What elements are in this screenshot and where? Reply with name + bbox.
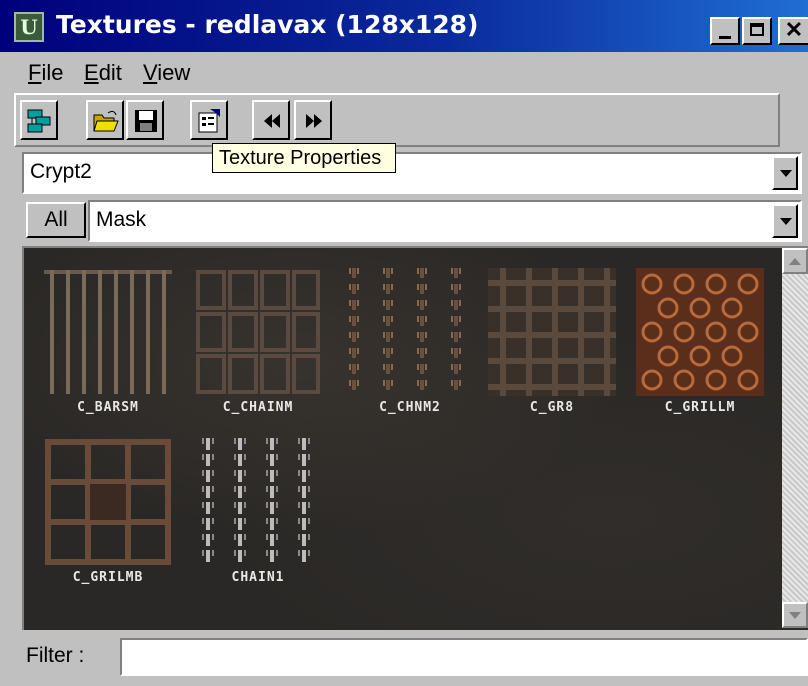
- tooltip: Texture Properties: [212, 143, 396, 173]
- menu-bar: File Edit View: [0, 52, 808, 92]
- next-icon: [306, 114, 322, 128]
- texture-thumb-c-grillm[interactable]: [636, 268, 764, 396]
- title-bar[interactable]: U Textures - redlavax (128x128) ✕: [0, 0, 808, 52]
- texture-label: C_CHAINM: [222, 400, 294, 415]
- group-value: Mask: [96, 208, 147, 231]
- menu-edit[interactable]: Edit: [84, 60, 122, 86]
- texture-viewer[interactable]: C_BARSM C_CHAINM C_CHNM2 C_GR8 C_GRILLM …: [22, 246, 808, 630]
- menu-file[interactable]: File: [28, 60, 63, 86]
- all-button[interactable]: All: [26, 202, 86, 238]
- group-combo[interactable]: Mask: [88, 200, 802, 242]
- filter-label: Filter :: [26, 644, 85, 667]
- close-icon: ✕: [784, 17, 804, 42]
- texture-thumb-c-chnm2[interactable]: [346, 268, 474, 396]
- texture-thumb-chain1[interactable]: [194, 438, 322, 566]
- vertical-scrollbar[interactable]: [782, 248, 808, 628]
- browse-button[interactable]: [20, 100, 58, 140]
- menu-view[interactable]: View: [143, 60, 190, 86]
- save-button[interactable]: [126, 100, 164, 140]
- window-title: Textures - redlavax (128x128): [56, 10, 479, 39]
- texture-thumb-c-barsm[interactable]: [44, 268, 172, 396]
- scroll-down-button[interactable]: [782, 602, 808, 628]
- close-button[interactable]: ✕: [778, 17, 808, 45]
- texture-thumb-c-grilmb[interactable]: [44, 438, 172, 566]
- save-disk-icon: [135, 110, 157, 132]
- open-button[interactable]: [86, 100, 124, 140]
- texture-label: CHAIN1: [231, 570, 285, 585]
- texture-thumb-c-chainm[interactable]: [194, 268, 322, 396]
- scroll-up-button[interactable]: [782, 248, 808, 274]
- texture-label: C_GRILLM: [664, 400, 736, 415]
- previous-icon: [264, 114, 280, 128]
- texture-properties-button[interactable]: [190, 100, 228, 140]
- texture-label: C_GR8: [529, 400, 575, 415]
- chevron-down-icon[interactable]: [772, 156, 798, 190]
- browse-icon: [27, 109, 51, 133]
- chevron-down-icon[interactable]: [772, 204, 798, 238]
- package-combo[interactable]: Crypt2: [22, 152, 802, 194]
- unreal-editor-icon[interactable]: U: [14, 12, 44, 42]
- texture-label: C_BARSM: [77, 400, 139, 415]
- next-button[interactable]: [294, 100, 332, 140]
- filter-input[interactable]: [120, 638, 808, 676]
- texture-label: C_CHNM2: [379, 400, 441, 415]
- minimize-button[interactable]: [710, 17, 740, 45]
- texture-thumb-c-gr8[interactable]: [488, 268, 616, 396]
- maximize-button[interactable]: [742, 17, 772, 45]
- texture-label: C_GRILMB: [72, 570, 144, 585]
- package-value: Crypt2: [30, 160, 92, 183]
- texture-properties-icon: [198, 109, 220, 133]
- open-folder-icon: [93, 110, 119, 132]
- previous-button[interactable]: [252, 100, 290, 140]
